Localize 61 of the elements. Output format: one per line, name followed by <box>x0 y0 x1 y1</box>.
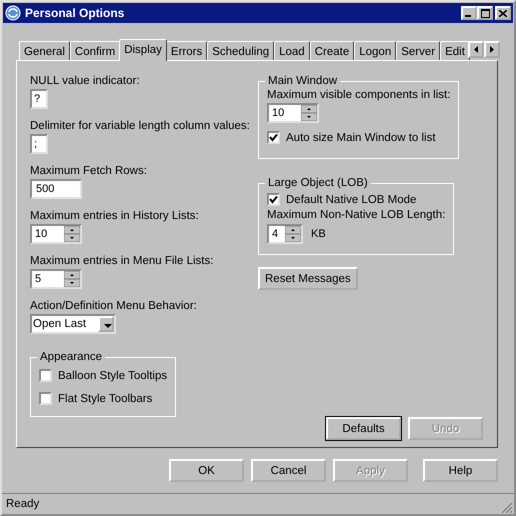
spin-arrows-icon <box>301 105 317 121</box>
input-field[interactable]: ; <box>30 134 48 154</box>
close-icon <box>499 10 507 16</box>
scroll-right-button[interactable] <box>484 41 500 58</box>
checkbox-label: Flat Style Toolbars <box>58 392 152 404</box>
tab[interactable]: Confirm <box>70 41 120 60</box>
status-text: Ready <box>6 498 40 510</box>
dialog-button[interactable]: Cancel <box>251 459 326 482</box>
field-label: Maximum visible components in list: <box>267 89 450 101</box>
maximize-icon <box>480 8 490 18</box>
group-title: Appearance <box>39 351 104 363</box>
spin-field[interactable]: 4 <box>267 224 303 244</box>
tab[interactable]: Errors <box>166 41 208 60</box>
dialog-button[interactable]: Help <box>423 459 498 482</box>
spin-field[interactable]: 10 <box>267 103 319 123</box>
field-label: NULL value indicator: <box>30 75 140 87</box>
tab[interactable]: Server <box>396 41 440 60</box>
dropdown-arrow-icon <box>100 318 112 330</box>
checkbox-label: Balloon Style Tooltips <box>58 370 168 382</box>
group-title: Large Object (LOB) <box>267 177 369 189</box>
resize-grip-icon <box>501 502 513 514</box>
tab[interactable]: Logon <box>354 41 396 60</box>
field-label: Maximum Fetch Rows: <box>30 165 147 177</box>
spin-arrows-icon <box>64 271 80 287</box>
panel-button[interactable]: Defaults <box>326 417 401 440</box>
checkbox[interactable] <box>267 131 280 144</box>
field-label: Delimiter for variable length column values: <box>30 120 250 132</box>
dropdown[interactable]: Open Last <box>30 314 116 334</box>
field-label: Maximum Non-Native LOB Length: <box>267 209 446 221</box>
checkbox-label: Auto size Main Window to list <box>286 132 436 144</box>
tab[interactable]: Edit <box>440 41 470 60</box>
input-field[interactable]: ? <box>30 89 48 109</box>
close-button[interactable] <box>495 6 511 20</box>
spin-arrows-icon <box>285 226 301 242</box>
tab[interactable]: Load <box>274 41 310 60</box>
dialog-button[interactable]: OK <box>169 459 244 482</box>
tab[interactable]: Create <box>310 41 354 60</box>
window-title: Personal Options <box>25 6 126 20</box>
spin-field[interactable]: 10 <box>30 224 82 244</box>
tab[interactable]: Display <box>119 39 167 61</box>
checkbox[interactable] <box>267 193 280 206</box>
spin-field[interactable]: 5 <box>30 269 82 289</box>
spin-arrows-icon <box>64 226 80 242</box>
field-label: Action/Definition Menu Behavior: <box>30 300 197 312</box>
checkbox[interactable] <box>39 369 52 382</box>
input-field[interactable]: 500 <box>30 179 82 199</box>
scroll-left-button[interactable] <box>468 41 484 58</box>
group-title: Main Window <box>267 75 338 87</box>
minimize-button[interactable] <box>461 6 477 20</box>
left-arrow-icon <box>474 46 478 53</box>
tab[interactable]: General <box>19 41 70 60</box>
field-label: Maximum entries in Menu File Lists: <box>30 255 214 267</box>
field-label: Maximum entries in History Lists: <box>30 210 199 222</box>
unit-label: KB <box>311 228 326 240</box>
checkbox[interactable] <box>39 392 52 405</box>
right-arrow-icon <box>490 46 494 53</box>
app-icon <box>5 5 21 21</box>
maximize-button[interactable] <box>477 6 493 20</box>
tab[interactable]: Scheduling <box>207 41 274 60</box>
checkbox-label: Default Native LOB Mode <box>286 194 416 206</box>
reset-messages-button[interactable]: Reset Messages <box>258 267 358 290</box>
